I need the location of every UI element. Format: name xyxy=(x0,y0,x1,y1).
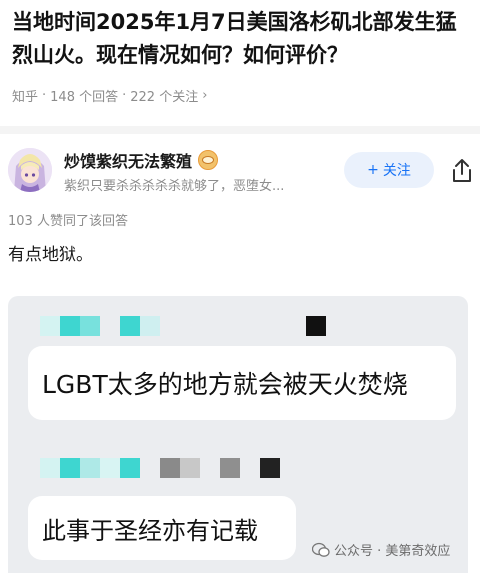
upvote-count: 103 人赞同了该回答 xyxy=(8,214,128,229)
question-meta[interactable]: 知乎 · 148 个回答 · 222 个关注 › xyxy=(12,86,207,105)
author-bio: 紫织只要杀杀杀杀杀就够了，恶堕女... xyxy=(64,179,285,194)
share-icon[interactable] xyxy=(450,158,474,184)
chat-message-2: 此事于圣经亦有记载 xyxy=(28,496,296,560)
mosaic-username-2 xyxy=(40,458,280,478)
watermark: 公众号 · 美第奇效应 xyxy=(312,540,450,559)
chat-message-1: LGBT太多的地方就会被天火焚烧 xyxy=(28,346,456,420)
question-title[interactable]: 当地时间2025年1月7日美国洛杉矶北部发生猛烈山火。现在情况如何？如何评价？ xyxy=(12,6,472,72)
chevron-right-icon: › xyxy=(202,88,208,103)
mosaic-block-1 xyxy=(306,316,326,336)
section-divider xyxy=(0,126,480,134)
answer-text: 有点地狱。 xyxy=(8,245,93,265)
meta-follower-count: 222 个关注 xyxy=(130,90,199,105)
badge-icon xyxy=(198,150,219,170)
follow-button[interactable]: + 关注 xyxy=(344,152,434,188)
author-row: 炒馍紫织无法繁殖 紫织只要杀杀杀杀杀就够了，恶堕女... + 关注 xyxy=(8,146,472,200)
meta-answer-count: 148 个回答 xyxy=(50,90,119,105)
wechat-icon xyxy=(312,542,330,557)
author-name[interactable]: 炒馍紫织无法繁殖 xyxy=(64,148,219,172)
avatar[interactable] xyxy=(8,148,52,192)
mosaic-username-1 xyxy=(40,316,160,336)
plus-icon: + xyxy=(367,162,379,178)
meta-source: 知乎 xyxy=(12,90,39,105)
